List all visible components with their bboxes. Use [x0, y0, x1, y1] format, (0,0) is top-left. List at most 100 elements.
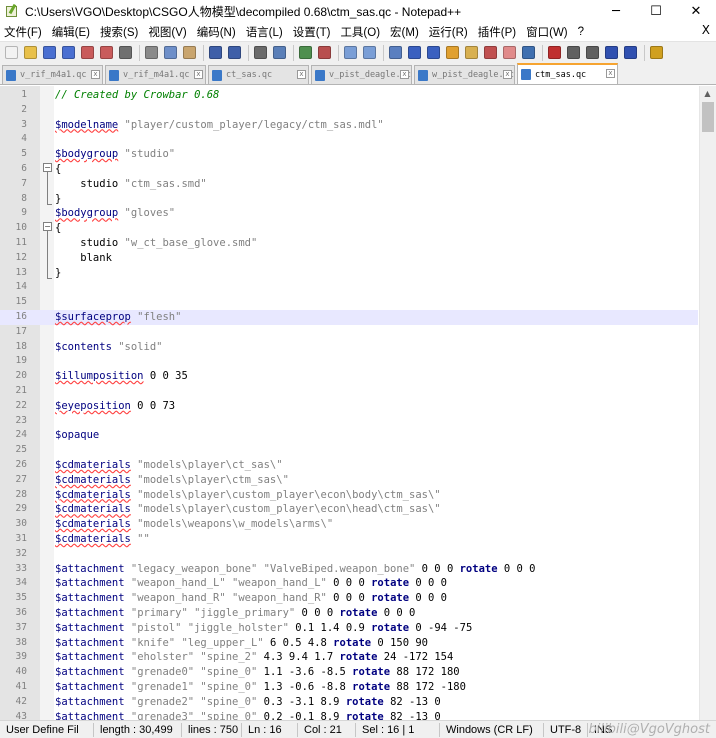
indent-guide-button[interactable]	[425, 44, 442, 61]
save-button[interactable]	[41, 44, 58, 61]
code-line[interactable]: 22 $eyeposition 0 0 73	[0, 399, 698, 414]
code-line[interactable]: 14	[0, 280, 698, 295]
code-line[interactable]: 36 $attachment "primary" "jiggle_primary"…	[0, 606, 698, 621]
tab-close-icon[interactable]: x	[503, 70, 512, 79]
code-line[interactable]: 17	[0, 325, 698, 340]
code-line[interactable]: 37 $attachment "pistol" "jiggle_holster" …	[0, 621, 698, 636]
word-wrap-button[interactable]	[387, 44, 404, 61]
menu-item[interactable]: ?	[574, 26, 590, 38]
code-line[interactable]: 38 $attachment "knife" "leg_upper_L" 6 0.…	[0, 636, 698, 651]
zoom-out-button[interactable]	[316, 44, 333, 61]
code-line[interactable]: 18 $contents "solid"	[0, 340, 698, 355]
monitor-button[interactable]	[520, 44, 537, 61]
code-line[interactable]: 27 $cdmaterials "models\player\ctm_sas\"	[0, 473, 698, 488]
fold-toggle-icon[interactable]: −	[43, 163, 52, 172]
code-line[interactable]: 6{	[0, 162, 698, 177]
tab-close-icon[interactable]: x	[91, 70, 100, 79]
sync-h-button[interactable]	[361, 44, 378, 61]
scrollbar-thumb[interactable]	[702, 102, 714, 132]
menu-item[interactable]: 视图(V)	[144, 24, 192, 40]
code-line[interactable]: 7 studio "ctm_sas.smd"	[0, 177, 698, 192]
fold-toggle-icon[interactable]: −	[43, 222, 52, 231]
paste-button[interactable]	[181, 44, 198, 61]
save-macro-button[interactable]	[622, 44, 639, 61]
code-line[interactable]: 28 $cdmaterials "models\player\custom_pla…	[0, 488, 698, 503]
code-line[interactable]: 23	[0, 414, 698, 429]
tab-ct_sas-qc[interactable]: ct_sas.qc x	[208, 65, 309, 84]
scroll-up-arrow-icon[interactable]: ▲	[699, 86, 716, 101]
code-line[interactable]: 39 $attachment "eholster" "spine_2" 4.3 9…	[0, 650, 698, 665]
menu-item[interactable]: 编码(N)	[193, 24, 242, 40]
code-line[interactable]: 8}	[0, 192, 698, 207]
code-line[interactable]: 41 $attachment "grenade1" "spine_0" 1.3 -…	[0, 680, 698, 695]
close-button[interactable]: ✕	[676, 0, 716, 22]
code-line[interactable]: 40 $attachment "grenade0" "spine_0" 1.1 -…	[0, 665, 698, 680]
menu-item[interactable]: 插件(P)	[474, 24, 522, 40]
code-line[interactable]: 16 $surfaceprop "flesh"	[0, 310, 698, 325]
tab-close-icon[interactable]: x	[606, 69, 615, 78]
code-line[interactable]: 4	[0, 132, 698, 147]
copy-button[interactable]	[162, 44, 179, 61]
find-button[interactable]	[252, 44, 269, 61]
new-file-button[interactable]	[3, 44, 20, 61]
code-line[interactable]: 15	[0, 295, 698, 310]
code-line[interactable]: 11 studio "w_ct_base_glove.smd"	[0, 236, 698, 251]
open-file-button[interactable]	[22, 44, 39, 61]
code-line[interactable]: 2	[0, 103, 698, 118]
menu-item[interactable]: 运行(R)	[425, 24, 474, 40]
redo-button[interactable]	[226, 44, 243, 61]
code-line[interactable]: 10 {	[0, 221, 698, 236]
menu-item[interactable]: 宏(M)	[386, 24, 425, 40]
replace-button[interactable]	[271, 44, 288, 61]
code-line[interactable]: 21	[0, 384, 698, 399]
tab-close-icon[interactable]: x	[194, 70, 203, 79]
code-line[interactable]: 25	[0, 443, 698, 458]
menu-item[interactable]: 语言(L)	[242, 24, 289, 40]
vertical-scrollbar[interactable]: ▲	[699, 86, 716, 720]
editor[interactable]: 1// Created by Crowbar 0.68 2 3 $modelname …	[0, 86, 716, 720]
zoom-in-button[interactable]	[297, 44, 314, 61]
code-line[interactable]: 19	[0, 354, 698, 369]
menu-item[interactable]: 窗口(W)	[522, 24, 574, 40]
code-line[interactable]: 1 // Created by Crowbar 0.68	[0, 88, 698, 103]
code-line[interactable]: 13}	[0, 266, 698, 281]
code-line[interactable]: 34 $attachment "weapon_hand_L" "weapon_ha…	[0, 576, 698, 591]
tab-close-icon[interactable]: x	[297, 70, 306, 79]
print-button[interactable]	[117, 44, 134, 61]
tab-ctm_sas-qc[interactable]: ctm_sas.qc x	[517, 63, 618, 84]
tab-close-icon[interactable]: x	[400, 70, 409, 79]
run-macro-multiple-button[interactable]	[603, 44, 620, 61]
save-all-button[interactable]	[60, 44, 77, 61]
record-macro-button[interactable]	[546, 44, 563, 61]
code-line[interactable]: 30 $cdmaterials "models\weapons\w_models\…	[0, 517, 698, 532]
folder-as-workspace-button[interactable]	[501, 44, 518, 61]
menu-item[interactable]: 设置(T)	[289, 24, 337, 40]
close-doc-button[interactable]: X	[702, 23, 710, 37]
doc-map-button[interactable]	[463, 44, 480, 61]
code-line[interactable]: 20 $illumposition 0 0 35	[0, 369, 698, 384]
function-list-button[interactable]	[482, 44, 499, 61]
minimize-button[interactable]: ─	[596, 0, 636, 22]
show-all-chars-button[interactable]	[406, 44, 423, 61]
maximize-button[interactable]: ☐	[636, 0, 676, 22]
tab-w_pist_deagle-qc[interactable]: w_pist_deagle.qc x	[414, 65, 515, 84]
code-line[interactable]: 3 $modelname "player/custom_player/legacy…	[0, 118, 698, 133]
close-all-button[interactable]	[98, 44, 115, 61]
menu-item[interactable]: 工具(O)	[336, 24, 386, 40]
menu-item[interactable]: 搜索(S)	[96, 24, 144, 40]
code-line[interactable]: 42 $attachment "grenade2" "spine_0" 0.3 -…	[0, 695, 698, 710]
code-line[interactable]: 32	[0, 547, 698, 562]
code-line[interactable]: 43 $attachment "grenade3" "spine_0" 0.2 -…	[0, 710, 698, 720]
code-line[interactable]: 24 $opaque	[0, 428, 698, 443]
code-line[interactable]: 12 blank	[0, 251, 698, 266]
tab-v_rif_m4a1-qc[interactable]: v_rif_m4a1.qc x	[105, 65, 206, 84]
code-line[interactable]: 31 $cdmaterials ""	[0, 532, 698, 547]
cut-button[interactable]	[143, 44, 160, 61]
code-line[interactable]: 29 $cdmaterials "models\player\custom_pla…	[0, 502, 698, 517]
stop-macro-button[interactable]	[565, 44, 582, 61]
code-line[interactable]: 26 $cdmaterials "models\player\ct_sas\"	[0, 458, 698, 473]
close-file-button[interactable]	[79, 44, 96, 61]
menu-item[interactable]: 编辑(E)	[48, 24, 96, 40]
menu-item[interactable]: 文件(F)	[0, 24, 48, 40]
code-line[interactable]: 33 $attachment "legacy_weapon_bone" "Valv…	[0, 562, 698, 577]
